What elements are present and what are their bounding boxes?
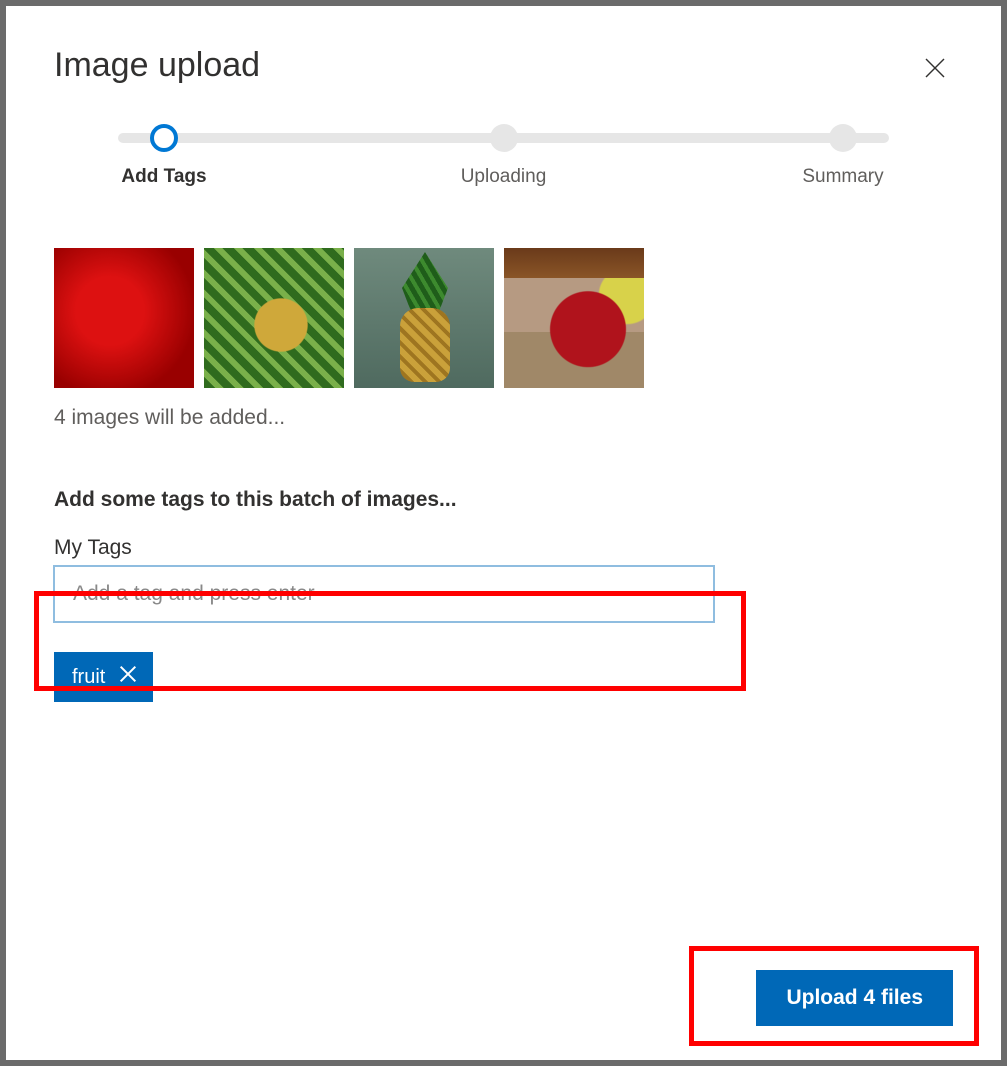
thumbnail-image[interactable] xyxy=(54,248,194,388)
tag-input-wrap xyxy=(54,566,953,622)
thumbnail-image[interactable] xyxy=(204,248,344,388)
modal-title: Image upload xyxy=(54,46,260,85)
remove-tag-icon[interactable] xyxy=(117,663,139,691)
tag-chip[interactable]: fruit xyxy=(54,652,153,702)
progress-stepper: Add Tags Uploading Summary xyxy=(104,124,903,188)
tag-chip-label: fruit xyxy=(72,666,105,689)
step-uploading: Uploading xyxy=(444,124,564,188)
thumbnail-image[interactable] xyxy=(354,248,494,388)
my-tags-label: My Tags xyxy=(54,536,953,560)
image-upload-modal: Image upload Add Tags Uplo xyxy=(6,6,1001,1060)
tag-section-heading: Add some tags to this batch of images... xyxy=(54,488,953,512)
upload-files-button[interactable]: Upload 4 files xyxy=(756,970,953,1026)
modal-footer: Upload 4 files xyxy=(756,970,953,1026)
thumbnail-row xyxy=(54,248,953,388)
step-dot-active xyxy=(150,124,178,152)
close-icon xyxy=(923,56,947,85)
image-count-status: 4 images will be added... xyxy=(54,406,953,430)
step-label: Add Tags xyxy=(121,166,206,188)
modal-header: Image upload xyxy=(54,46,953,88)
thumbnail-image[interactable] xyxy=(504,248,644,388)
close-button[interactable] xyxy=(917,52,953,88)
modal-backdrop: Image upload Add Tags Uplo xyxy=(0,0,1007,1066)
tag-input[interactable] xyxy=(54,566,714,622)
step-add-tags: Add Tags xyxy=(104,124,224,188)
step-dot-inactive xyxy=(490,124,518,152)
step-summary: Summary xyxy=(783,124,903,188)
step-dot-inactive xyxy=(829,124,857,152)
step-label: Summary xyxy=(802,166,883,188)
step-label: Uploading xyxy=(461,166,547,188)
